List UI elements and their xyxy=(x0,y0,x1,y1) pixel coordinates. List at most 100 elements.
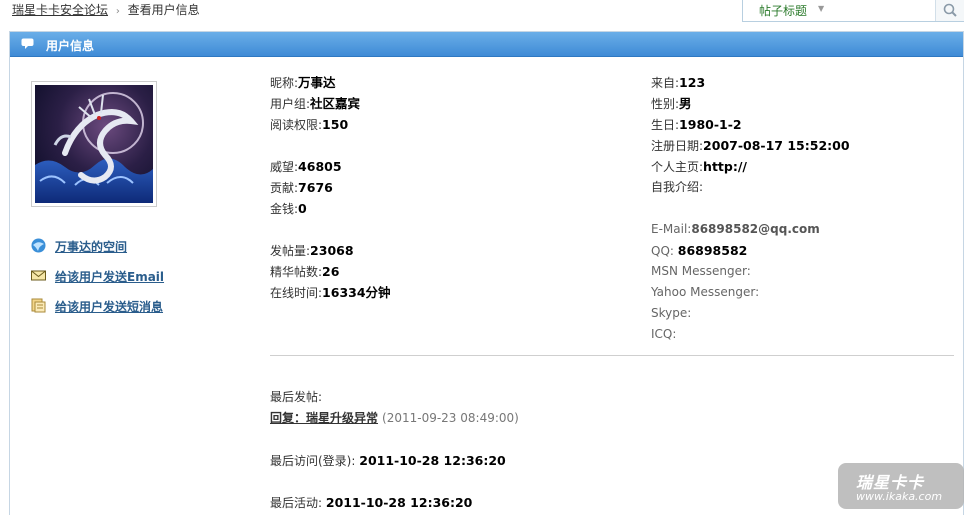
search-scope-select[interactable]: 帖子标题 ▼ xyxy=(743,0,838,21)
last-post-row: 回复：瑞星升级异常 (2011-09-23 08:49:00) xyxy=(270,408,519,429)
message-icon xyxy=(31,298,46,313)
panel-header: 用户信息 xyxy=(10,32,963,57)
last-visit-row: 最后访问(登录): 2011-10-28 12:36:20 xyxy=(270,450,519,471)
search-button[interactable] xyxy=(935,0,964,21)
homepage-row: 个人主页:http:// xyxy=(651,156,850,177)
posts-row: 发帖量:23068 xyxy=(270,240,391,261)
digest-row: 精华帖数:26 xyxy=(270,261,391,282)
msn-label: MSN Messenger: xyxy=(651,264,751,278)
prestige-label: 威望: xyxy=(270,160,299,174)
intro-label: 自我介绍: xyxy=(651,180,704,194)
user-info-panel: 用户信息 万事达的空间 给该用户发送Email 给该用户发送短消息 昵称:万事达… xyxy=(9,31,964,515)
breadcrumb-current: 查看用户信息 xyxy=(127,3,200,17)
nickname-label: 昵称: xyxy=(270,76,299,90)
register-label: 注册日期: xyxy=(651,139,704,153)
birthday-value: 1980-1-2 xyxy=(679,117,742,132)
prestige-value: 46805 xyxy=(298,159,342,174)
group-value: 社区嘉宾 xyxy=(310,96,361,111)
icq-label: ICQ: xyxy=(651,327,677,341)
homepage-value[interactable]: http:// xyxy=(703,159,747,174)
search-scope-label: 帖子标题 xyxy=(759,4,808,18)
yahoo-row: Yahoo Messenger: xyxy=(651,282,850,303)
top-bar: 瑞星卡卡安全论坛 › 查看用户信息 帖子标题 ▼ xyxy=(0,0,972,30)
breadcrumb-home-link[interactable]: 瑞星卡卡安全论坛 xyxy=(12,3,108,17)
gender-label: 性别: xyxy=(651,97,680,111)
qq-row: QQ: 86898582 xyxy=(651,240,850,261)
group-label: 用户组: xyxy=(270,97,311,111)
digest-label: 精华帖数: xyxy=(270,265,323,279)
group-row: 用户组:社区嘉宾 xyxy=(270,93,391,114)
skype-label: Skype: xyxy=(651,306,692,320)
gender-row: 性别:男 xyxy=(651,93,850,114)
search-input[interactable] xyxy=(839,0,935,21)
intro-row: 自我介绍: xyxy=(651,177,850,198)
search-icon xyxy=(943,3,957,17)
from-label: 来自: xyxy=(651,76,680,90)
from-value: 123 xyxy=(679,75,706,90)
last-visit-value: 2011-10-28 12:36:20 xyxy=(359,453,506,468)
space-icon xyxy=(31,238,46,253)
dragon-avatar-image xyxy=(35,85,153,203)
email-row: E-Mail:86898582@qq.com xyxy=(651,219,850,240)
online-label: 在线时间: xyxy=(270,286,323,300)
online-value: 16334分钟 xyxy=(322,285,391,300)
last-visit-label: 最后访问(登录): xyxy=(270,454,356,468)
skype-row: Skype: xyxy=(651,303,850,324)
money-row: 金钱:0 xyxy=(270,198,391,219)
last-active-value: 2011-10-28 12:36:20 xyxy=(325,495,473,510)
activity-section: 最后发帖: 回复：瑞星升级异常 (2011-09-23 08:49:00) 最后访… xyxy=(270,387,519,513)
send-message-link[interactable]: 给该用户发送短消息 xyxy=(55,298,163,315)
profile-contact-column: 来自:123 性别:男 生日:1980-1-2 注册日期:2007-08-17 … xyxy=(651,72,850,345)
chevron-down-icon: ▼ xyxy=(818,4,825,13)
contribution-row: 贡献:7676 xyxy=(270,177,391,198)
homepage-label: 个人主页: xyxy=(651,160,704,174)
mail-icon xyxy=(31,270,46,281)
watermark-url: www.ikaka.com xyxy=(856,490,943,503)
contribution-label: 贡献: xyxy=(270,181,299,195)
birthday-label: 生日: xyxy=(651,118,680,132)
panel-title: 用户信息 xyxy=(46,39,95,53)
read-permission-row: 阅读权限:150 xyxy=(270,114,391,135)
gender-value: 男 xyxy=(679,96,692,111)
user-space-link[interactable]: 万事达的空间 xyxy=(55,238,127,255)
online-time-row: 在线时间:16334分钟 xyxy=(270,282,391,303)
qq-value: 86898582 xyxy=(677,243,748,258)
qq-label: QQ: xyxy=(651,244,674,258)
read-value: 150 xyxy=(322,117,349,132)
last-post-time: (2011-09-23 08:49:00) xyxy=(382,411,519,425)
last-post-label-row: 最后发帖: xyxy=(270,387,519,408)
posts-label: 发帖量: xyxy=(270,244,311,258)
from-row: 来自:123 xyxy=(651,72,850,93)
icq-row: ICQ: xyxy=(651,324,850,345)
last-post-label: 最后发帖: xyxy=(270,390,323,404)
send-email-link[interactable]: 给该用户发送Email xyxy=(55,268,164,285)
breadcrumb-separator: › xyxy=(115,6,120,17)
contribution-value: 7676 xyxy=(298,180,333,195)
register-date-row: 注册日期:2007-08-17 15:52:00 xyxy=(651,135,850,156)
profile-stats-column: 昵称:万事达 用户组:社区嘉宾 阅读权限:150 威望:46805 贡献:767… xyxy=(270,72,391,303)
nickname-value: 万事达 xyxy=(298,75,336,90)
birthday-row: 生日:1980-1-2 xyxy=(651,114,850,135)
site-watermark: 瑞星卡卡 www.ikaka.com xyxy=(838,463,964,509)
breadcrumb: 瑞星卡卡安全论坛 › 查看用户信息 xyxy=(12,1,200,18)
avatar xyxy=(31,81,157,207)
email-value[interactable]: 86898582@qq.com xyxy=(691,222,819,236)
last-active-label: 最后活动: xyxy=(270,496,323,510)
email-label: E-Mail: xyxy=(651,222,692,236)
last-active-row: 最后活动: 2011-10-28 12:36:20 xyxy=(270,492,519,513)
last-post-link[interactable]: 回复：瑞星升级异常 xyxy=(270,411,378,425)
msn-row: MSN Messenger: xyxy=(651,261,850,282)
posts-value: 23068 xyxy=(310,243,354,258)
nickname-row: 昵称:万事达 xyxy=(270,72,391,93)
prestige-row: 威望:46805 xyxy=(270,156,391,177)
yahoo-label: Yahoo Messenger: xyxy=(651,285,760,299)
read-label: 阅读权限: xyxy=(270,118,323,132)
section-divider xyxy=(270,355,954,356)
money-value: 0 xyxy=(298,201,307,216)
money-label: 金钱: xyxy=(270,202,299,216)
register-value: 2007-08-17 15:52:00 xyxy=(703,138,850,153)
